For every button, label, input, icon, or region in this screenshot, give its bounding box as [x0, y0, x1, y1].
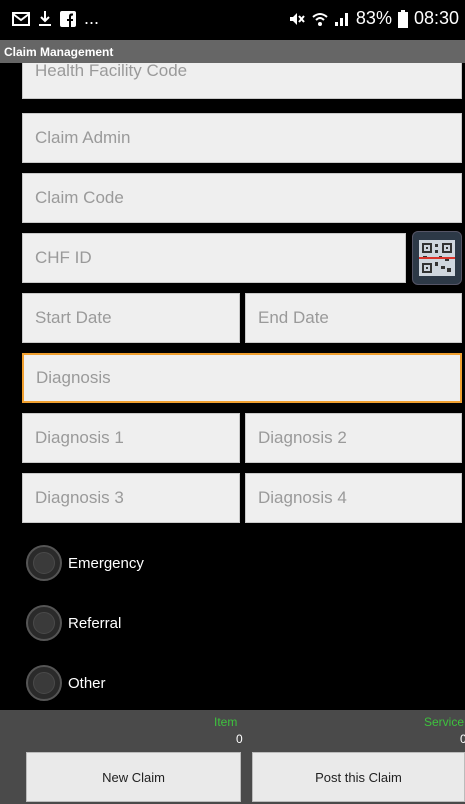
- post-claim-button[interactable]: Post this Claim: [252, 752, 465, 802]
- radio-button-icon[interactable]: [26, 545, 62, 581]
- app-title: Claim Management: [0, 40, 465, 63]
- status-right: 83% 08:30: [288, 8, 459, 29]
- battery-icon: [397, 9, 408, 28]
- service-count-value: 0: [460, 732, 465, 746]
- qr-scan-button[interactable]: [412, 231, 462, 285]
- qr-code-icon: [419, 240, 455, 276]
- radio-referral[interactable]: Referral: [26, 605, 121, 641]
- service-count-label: Service: [424, 715, 465, 729]
- item-count-value: 0: [236, 732, 243, 746]
- chf-id-field[interactable]: CHF ID: [22, 233, 406, 283]
- item-count-label: Item: [214, 715, 238, 729]
- radio-emergency[interactable]: Emergency: [26, 545, 144, 581]
- download-icon: [38, 10, 52, 28]
- diagnosis-field[interactable]: Diagnosis: [22, 353, 462, 403]
- mute-icon: [288, 11, 306, 27]
- claim-form: Health Facility Code Claim Admin Claim C…: [0, 63, 465, 710]
- diagnosis-3-field[interactable]: Diagnosis 3: [22, 473, 240, 523]
- footer-bar: Item 0 Service 0 New Claim Post this Cla…: [0, 710, 465, 804]
- status-bar: ... 83% 08:30: [0, 0, 465, 40]
- status-time: 08:30: [413, 8, 459, 28]
- signal-icon: [334, 11, 350, 27]
- mail-icon: [12, 11, 30, 27]
- new-claim-button[interactable]: New Claim: [26, 752, 241, 802]
- status-ellipsis: ...: [84, 8, 100, 28]
- claim-admin-field[interactable]: Claim Admin: [22, 113, 462, 163]
- diagnosis-2-field[interactable]: Diagnosis 2: [245, 413, 462, 463]
- radio-label: Referral: [68, 614, 122, 632]
- claim-code-field[interactable]: Claim Code: [22, 173, 462, 223]
- radio-label: Other: [68, 674, 106, 692]
- wifi-icon: [312, 11, 328, 27]
- diagnosis-4-field[interactable]: Diagnosis 4: [245, 473, 462, 523]
- start-date-field[interactable]: Start Date: [22, 293, 240, 343]
- diagnosis-1-field[interactable]: Diagnosis 1: [22, 413, 240, 463]
- radio-other[interactable]: Other: [26, 665, 106, 701]
- end-date-field[interactable]: End Date: [245, 293, 462, 343]
- radio-label: Emergency: [68, 554, 144, 572]
- radio-button-icon[interactable]: [26, 605, 62, 641]
- facebook-icon: [60, 10, 76, 27]
- radio-button-icon[interactable]: [26, 665, 62, 701]
- health-facility-code-field[interactable]: Health Facility Code: [22, 63, 462, 99]
- battery-percent: 83%: [355, 8, 392, 28]
- status-left: ...: [12, 8, 99, 29]
